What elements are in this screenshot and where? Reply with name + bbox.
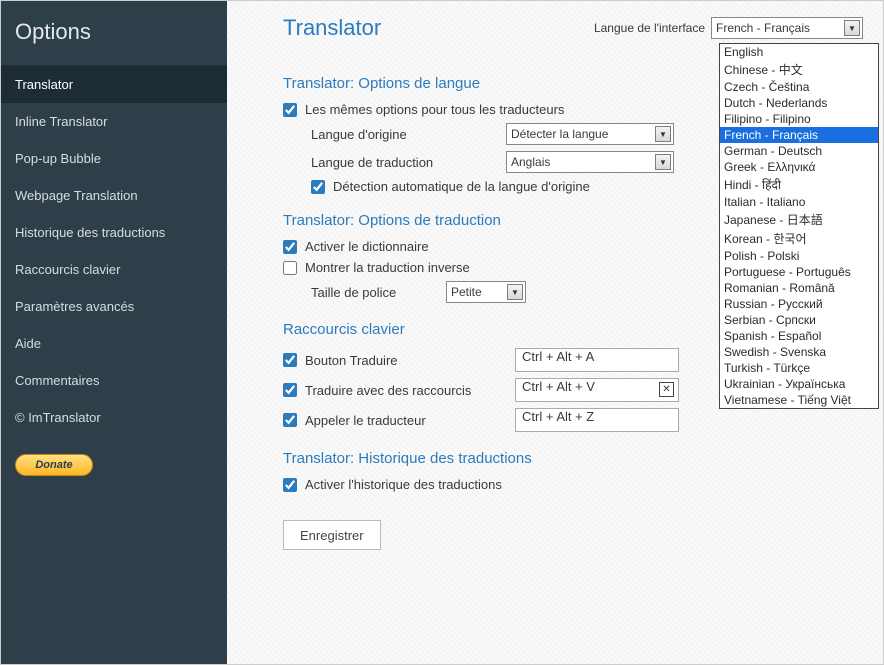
clear-icon[interactable]: ✕ [659,382,674,397]
shortcut-value: Ctrl + Alt + V [522,379,595,394]
chevron-down-icon: ▼ [844,20,860,36]
select-font-value: Petite [451,285,482,299]
shortcut-row: Appeler le traducteur Ctrl + Alt + Z [283,408,827,432]
ui-language-option[interactable]: Dutch - Nederlands [720,95,878,111]
label-reverse: Montrer la traduction inverse [305,260,470,275]
chevron-down-icon: ▼ [655,126,671,142]
label-font-size: Taille de police [311,285,446,300]
checkbox-same-options[interactable] [283,103,297,117]
checkbox-enable-history[interactable] [283,478,297,492]
donate-button[interactable]: Donate [15,454,93,476]
ui-language-option[interactable]: Filipino - Filipino [720,111,878,127]
app-root: Options Translator Inline Translator Pop… [0,0,884,665]
ui-language-option[interactable]: Romanian - Română [720,280,878,296]
ui-language-select[interactable]: French - Français ▼ [711,17,863,39]
ui-language-option[interactable]: Portuguese - Português [720,264,878,280]
section-title-history: Translator: Historique des traductions [283,450,827,467]
chevron-down-icon: ▼ [655,154,671,170]
sidebar-item-feedback[interactable]: Commentaires [1,362,227,399]
label-target-lang: Langue de traduction [311,155,506,170]
ui-language-option[interactable]: Chinese - 中文 [720,60,878,79]
checkbox-shortcut[interactable] [283,413,297,427]
shortcut-label: Bouton Traduire [305,353,515,368]
ui-language-option[interactable]: Greek - Ελληνικά [720,159,878,175]
ui-language-label: Langue de l'interface [594,21,705,35]
sidebar-item-advanced[interactable]: Paramètres avancés [1,288,227,325]
shortcut-label: Traduire avec des raccourcis [305,383,515,398]
sidebar-item-history[interactable]: Historique des traductions [1,214,227,251]
label-enable-history: Activer l'historique des traductions [305,477,502,492]
ui-language-option[interactable]: Polish - Polski [720,248,878,264]
ui-language-option[interactable]: Swedish - Svenska [720,344,878,360]
label-enable-dict: Activer le dictionnaire [305,239,429,254]
ui-language-option[interactable]: Spanish - Español [720,328,878,344]
ui-language-option[interactable]: French - Français [720,127,878,143]
ui-language-value: French - Français [716,21,810,35]
sidebar-item-help[interactable]: Aide [1,325,227,362]
select-source-lang[interactable]: Détecter la langue ▼ [506,123,674,145]
sidebar-item-translator[interactable]: Translator [1,66,227,103]
ui-language-option[interactable]: English [720,44,878,60]
shortcut-input[interactable]: Ctrl + Alt + A [515,348,679,372]
label-autodetect: Détection automatique de la langue d'ori… [333,179,590,194]
shortcut-input[interactable]: Ctrl + Alt + V ✕ [515,378,679,402]
sidebar-title: Options [1,1,227,66]
main-panel: Translator Langue de l'interface French … [227,1,883,664]
checkbox-reverse[interactable] [283,261,297,275]
ui-language-option[interactable]: Italian - Italiano [720,194,878,210]
select-target-lang[interactable]: Anglais ▼ [506,151,674,173]
ui-language-option[interactable]: Serbian - Српски [720,312,878,328]
checkbox-shortcut[interactable] [283,383,297,397]
save-button[interactable]: Enregistrer [283,520,381,550]
label-source-lang: Langue d'origine [311,127,506,142]
shortcut-value: Ctrl + Alt + Z [522,409,594,424]
checkbox-autodetect[interactable] [311,180,325,194]
chevron-down-icon: ▼ [507,284,523,300]
shortcut-label: Appeler le traducteur [305,413,515,428]
ui-language-dropdown[interactable]: EnglishChinese - 中文Czech - ČeštinaDutch … [719,43,879,409]
ui-language-option[interactable]: Vietnamese - Tiếng Việt [720,392,878,408]
label-same-options: Les mêmes options pour tous les traducte… [305,102,564,117]
sidebar: Options Translator Inline Translator Pop… [1,1,227,664]
ui-language-option[interactable]: German - Deutsch [720,143,878,159]
ui-language-option[interactable]: Turkish - Türkçe [720,360,878,376]
ui-language-control: Langue de l'interface French - Français … [594,17,863,39]
ui-language-option[interactable]: Korean - 한국어 [720,229,878,248]
shortcut-value: Ctrl + Alt + A [522,349,594,364]
ui-language-option[interactable]: Ukrainian - Українська [720,376,878,392]
sidebar-item-popup[interactable]: Pop-up Bubble [1,140,227,177]
ui-language-option[interactable]: Hindi - हिंदी [720,175,878,194]
shortcut-input[interactable]: Ctrl + Alt + Z [515,408,679,432]
sidebar-item-shortcuts[interactable]: Raccourcis clavier [1,251,227,288]
sidebar-item-inline[interactable]: Inline Translator [1,103,227,140]
checkbox-enable-dict[interactable] [283,240,297,254]
checkbox-shortcut[interactable] [283,353,297,367]
sidebar-item-copyright[interactable]: © ImTranslator [1,399,227,436]
select-source-value: Détecter la langue [511,127,608,141]
ui-language-option[interactable]: Russian - Русский [720,296,878,312]
sidebar-item-webpage[interactable]: Webpage Translation [1,177,227,214]
select-target-value: Anglais [511,155,550,169]
select-font-size[interactable]: Petite ▼ [446,281,526,303]
ui-language-option[interactable]: Czech - Čeština [720,79,878,95]
ui-language-option[interactable]: Japanese - 日本語 [720,210,878,229]
page-title: Translator [283,15,381,41]
main-top: Translator Langue de l'interface French … [227,1,883,47]
